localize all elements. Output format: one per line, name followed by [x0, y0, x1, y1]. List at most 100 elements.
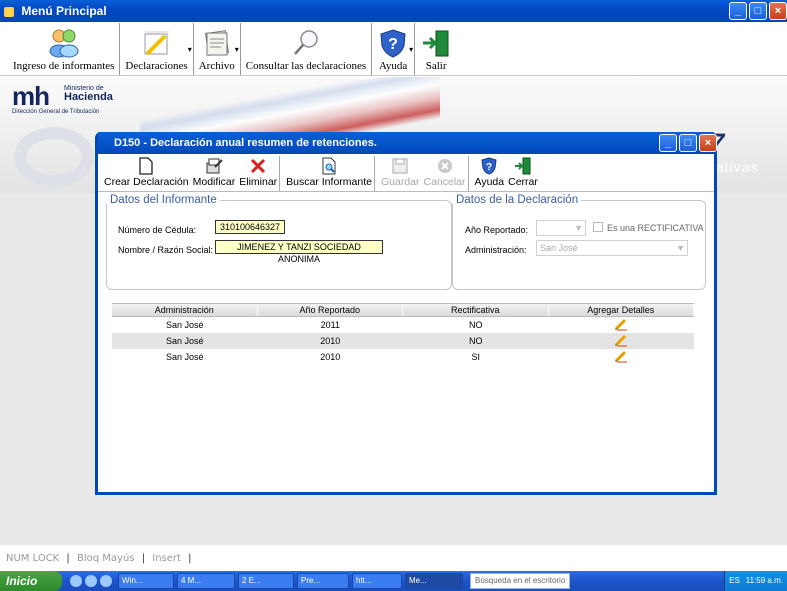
dialog-title: D150 - Declaración anual resumen de rete…	[114, 137, 377, 149]
col-header-anio[interactable]: Año Reportado	[258, 304, 403, 316]
delete-x-icon	[248, 156, 268, 176]
administracion-combobox[interactable]: San José ▼	[536, 240, 688, 256]
pencil-edit-icon[interactable]	[614, 333, 628, 347]
modificar-button[interactable]: Modificar	[191, 156, 238, 191]
guardar-button[interactable]: Guardar	[379, 156, 422, 191]
cell-agregar-detalles	[549, 333, 695, 349]
dropdown-arrow-icon[interactable]: ▾	[409, 45, 413, 54]
table-row[interactable]: San José 2010 NO	[112, 333, 694, 349]
app-icon	[4, 6, 14, 17]
minimize-button[interactable]: _	[729, 2, 747, 20]
ayuda-button[interactable]: ? Ayuda ▾	[372, 23, 416, 75]
dialog-toolbar: Crear Declaración Modificar Eliminar Bus…	[98, 154, 714, 192]
separator: |	[188, 553, 192, 564]
cell-rectificativa: SI	[471, 352, 480, 362]
cedula-field[interactable]: 310100646327	[215, 220, 285, 234]
maximize-button[interactable]: □	[749, 2, 767, 20]
tb-label: Consultar las declaraciones	[245, 60, 367, 72]
cancel-icon	[435, 156, 455, 176]
main-window-title: Menú Principal	[21, 4, 107, 18]
consultar-declaraciones-button[interactable]: Consultar las declaraciones	[241, 23, 373, 75]
document-stack-icon	[201, 28, 233, 58]
taskbar-task[interactable]: Pre...	[297, 573, 349, 589]
start-button[interactable]: Inicio	[0, 571, 62, 591]
chevron-down-icon: ▼	[574, 223, 583, 233]
media-icon[interactable]	[85, 575, 97, 587]
dialog-body: Crear Declaración Modificar Eliminar Bus…	[98, 154, 714, 492]
grid-header: Administración Año Reportado Rectificati…	[112, 303, 694, 317]
system-tray: ES 11:59 a.m.	[724, 571, 787, 591]
salir-button[interactable]: Salir	[415, 23, 457, 75]
dialog-minimize-button[interactable]: _	[659, 134, 677, 152]
taskbar-task[interactable]: 4 M...	[177, 573, 235, 589]
admin-value: San José	[540, 243, 578, 253]
language-indicator[interactable]: ES	[729, 571, 740, 591]
tb-label: Ayuda	[378, 60, 408, 72]
new-document-icon	[136, 156, 156, 176]
dt-label: Ayuda	[474, 176, 505, 188]
cell-anio: 2011	[320, 320, 340, 330]
declaraciones-button[interactable]: Declaraciones ▾	[120, 23, 194, 75]
tb-label: Declaraciones	[125, 60, 188, 72]
table-row[interactable]: San José 2010 SI	[112, 349, 694, 365]
desktop-search-input[interactable]: Búsqueda en el escritorio	[470, 573, 570, 589]
logo-line2: Hacienda	[64, 91, 113, 103]
table-row[interactable]: San José 2011 NO	[112, 317, 694, 333]
nombre-field[interactable]: JIMENEZ Y TANZI SOCIEDAD ANONIMA	[215, 240, 383, 264]
crear-declaracion-button[interactable]: Crear Declaración	[102, 156, 191, 191]
dt-label: Guardar	[380, 176, 420, 188]
dropdown-arrow-icon[interactable]: ▾	[235, 45, 239, 54]
dt-label: Eliminar	[239, 176, 278, 188]
main-window-titlebar: Menú Principal _ □ ×	[0, 0, 787, 22]
search-document-icon	[319, 156, 339, 176]
separator: |	[141, 553, 146, 564]
buscar-informante-button[interactable]: Buscar Informante	[284, 156, 375, 191]
window-controls: _ □ ×	[729, 2, 787, 20]
watermark-graphic	[14, 127, 94, 187]
pencil-edit-icon[interactable]	[614, 349, 628, 363]
dt-label: Buscar Informante	[286, 176, 372, 188]
banner-word: ativas	[716, 159, 759, 175]
cerrar-button[interactable]: Cerrar	[506, 156, 540, 191]
cell-anio: 2010	[320, 336, 341, 346]
eliminar-button[interactable]: Eliminar	[237, 156, 281, 191]
tb-label: Archivo	[198, 60, 235, 72]
exit-door-icon	[513, 156, 533, 176]
pencil-edit-icon[interactable]	[614, 317, 628, 331]
rectificativa-checkbox[interactable]	[593, 222, 603, 232]
col-header-agregar-detalles[interactable]: Agregar Detalles	[549, 304, 694, 316]
taskbar-task[interactable]: 2 E...	[238, 573, 294, 589]
cell-agregar-detalles	[549, 349, 695, 365]
dialog-window-controls: _ □ ×	[659, 134, 717, 152]
cell-administracion: San José	[165, 352, 204, 362]
svg-text:?: ?	[388, 36, 398, 53]
dropdown-arrow-icon[interactable]: ▾	[188, 45, 192, 54]
col-header-rectificativa[interactable]: Rectificativa	[403, 304, 549, 316]
dialog-close-button[interactable]: ×	[699, 134, 717, 152]
archivo-button[interactable]: Archivo ▾	[194, 23, 241, 75]
close-button[interactable]: ×	[769, 2, 787, 20]
col-header-administracion[interactable]: Administración	[112, 304, 258, 316]
ie-icon[interactable]	[70, 575, 82, 587]
taskbar-task-active[interactable]: Me...	[405, 573, 463, 589]
declaracion-legend: Datos de la Declaración	[456, 194, 579, 206]
dialog-ayuda-button[interactable]: ? Ayuda	[473, 156, 507, 191]
dt-label: Crear Declaración	[104, 176, 189, 188]
magnifier-icon	[290, 28, 322, 58]
tb-label: Ingreso de informantes	[13, 60, 115, 72]
cancelar-button[interactable]: Cancelar	[422, 156, 469, 191]
anio-combobox[interactable]: ▼	[536, 220, 586, 236]
taskbar-task[interactable]: htt...	[352, 573, 402, 589]
browser-icon[interactable]	[100, 575, 112, 587]
ingreso-informantes-button[interactable]: Ingreso de informantes	[8, 23, 121, 75]
svg-text:?: ?	[486, 162, 492, 173]
cell-anio: 2010	[320, 352, 341, 362]
taskbar-task[interactable]: Win...	[118, 573, 174, 589]
insert-indicator: Insert	[152, 553, 181, 564]
dialog-maximize-button[interactable]: □	[679, 134, 697, 152]
cell-agregar-detalles	[549, 317, 695, 333]
informante-legend: Datos del Informante	[110, 194, 217, 206]
users-icon	[48, 28, 80, 58]
logo-title: Ministerio de Hacienda	[64, 85, 113, 103]
rectificativa-label: Es una RECTIFICATIVA	[607, 223, 704, 233]
